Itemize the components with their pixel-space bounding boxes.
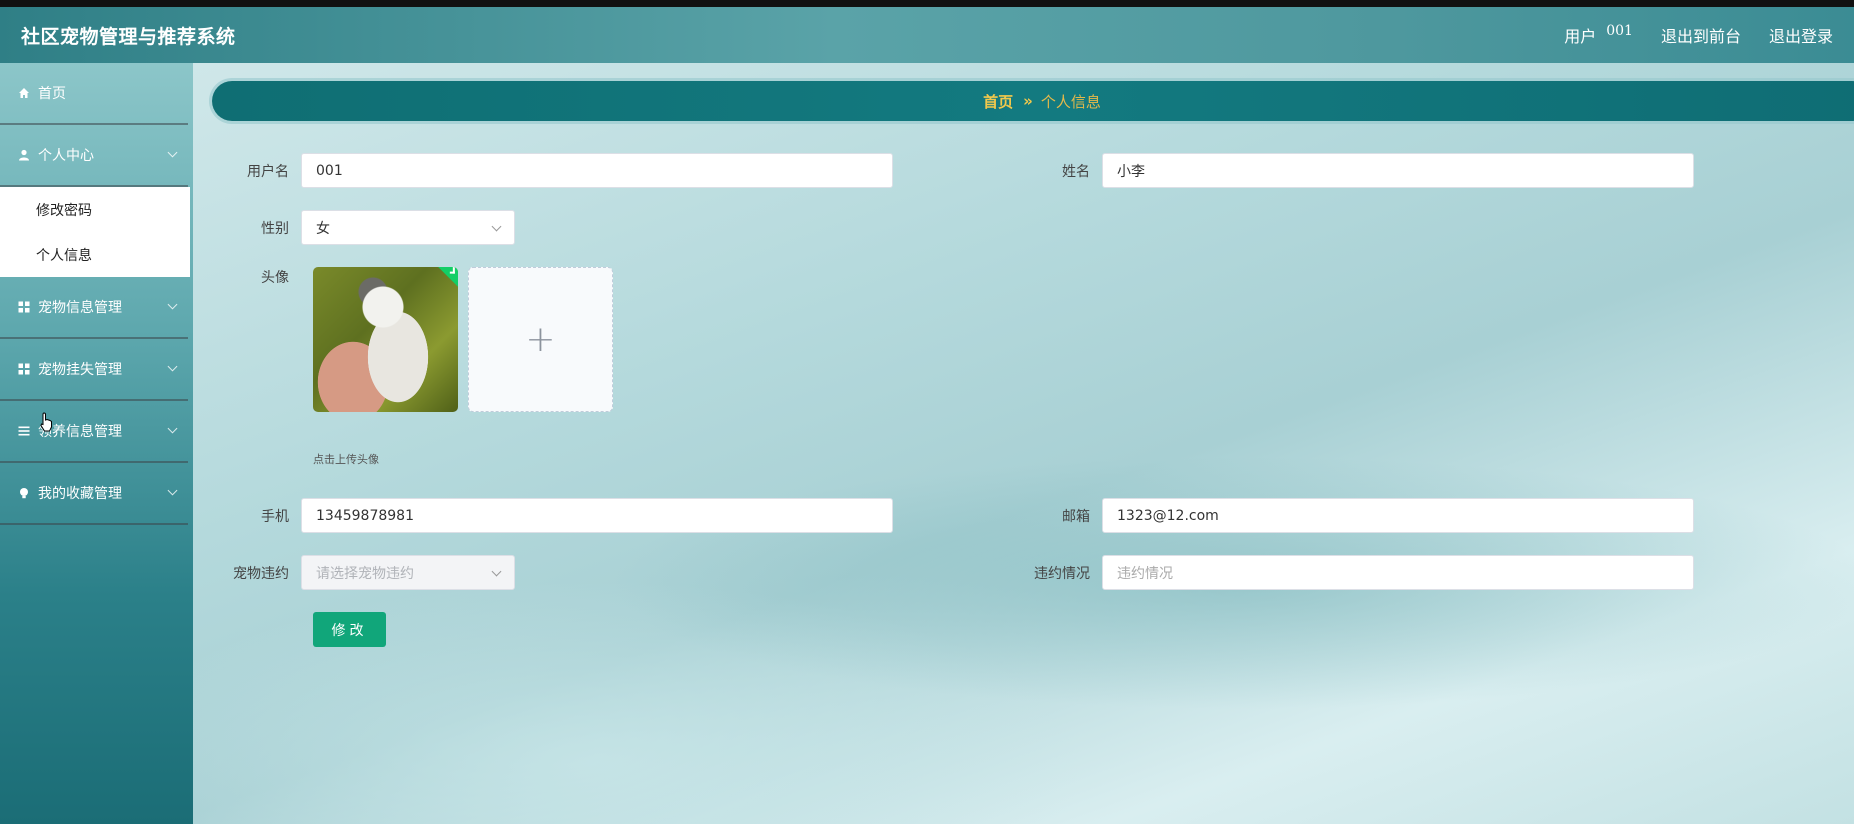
chevron-down-icon: [491, 566, 502, 577]
gender-label: 性别: [261, 220, 289, 237]
email-row: 邮箱 1323@12.com: [1030, 498, 1694, 533]
phone-label: 手机: [261, 508, 289, 525]
sidebar-item-label: 个人中心: [38, 148, 94, 164]
sidebar-item-favorites[interactable]: 我的收藏管理: [0, 463, 188, 525]
gender-select[interactable]: 女: [301, 210, 515, 245]
username-row: 用户名 001: [229, 153, 893, 188]
sidebar-item-home[interactable]: 首页: [0, 63, 188, 125]
name-label: 姓名: [1062, 163, 1090, 180]
breadcrumb: 首页 » 个人信息: [212, 81, 1854, 121]
email-input[interactable]: 1323@12.com: [1102, 498, 1694, 533]
violation-select[interactable]: 请选择宠物违约: [301, 555, 515, 590]
sidebar-item-pet-lost[interactable]: 宠物挂失管理: [0, 339, 188, 401]
breadcrumb-current: 个人信息: [1040, 92, 1101, 111]
submit-button[interactable]: 修改: [313, 612, 386, 647]
violation-status-row: 违约情况 违约情况: [1030, 555, 1694, 590]
username-input[interactable]: 001: [301, 153, 893, 188]
phone-input[interactable]: 13459878981: [301, 498, 893, 533]
violation-label: 宠物违约: [233, 565, 289, 582]
gender-row: 性别 女: [229, 210, 515, 245]
user-icon: [16, 149, 32, 161]
chevron-down-icon: [167, 299, 178, 310]
plus-icon: +: [525, 319, 556, 360]
sidebar-item-label: 我的收藏管理: [38, 486, 122, 502]
home-icon: [16, 87, 32, 99]
violation-placeholder: 请选择宠物违约: [316, 565, 414, 582]
username-label: 用户名: [247, 163, 289, 180]
name-row: 姓名 小李: [1030, 153, 1694, 188]
avatar-row: 头像: [229, 267, 301, 287]
sidebar-item-pet-info[interactable]: 宠物信息管理: [0, 277, 188, 339]
gender-value: 女: [316, 220, 330, 237]
submenu-personal-center: 修改密码 个人信息: [0, 187, 190, 277]
avatar-upload-hint: 点击上传头像: [313, 453, 379, 466]
violation-status-label: 违约情况: [1034, 565, 1090, 582]
avatar-label: 头像: [261, 270, 289, 286]
chevron-down-icon: [167, 361, 178, 372]
logout-link[interactable]: 退出登录: [1769, 23, 1833, 47]
sidebar-item-label: 首页: [38, 86, 66, 102]
app-title: 社区宠物管理与推荐系统: [21, 25, 236, 48]
submenu-item-personal-info[interactable]: 个人信息: [0, 232, 190, 277]
violation-status-input[interactable]: 违约情况: [1102, 555, 1694, 590]
sidebar: 首页 个人中心 修改密码 个人信息 宠物信息管理 宠物挂失管理 领养信息管理 我…: [0, 63, 193, 824]
main-content: 首页 » 个人信息 用户名 001 姓名 小李 性别 女 头像 + 点击上传头像…: [193, 63, 1854, 824]
chevron-down-icon: [167, 423, 178, 434]
grid-icon: [16, 301, 32, 313]
list-icon: [16, 425, 32, 437]
header-links: 用户 001 退出到前台 退出登录: [1564, 23, 1833, 47]
sidebar-item-label: 宠物信息管理: [38, 300, 122, 316]
sidebar-item-label: 宠物挂失管理: [38, 362, 122, 378]
breadcrumb-home-link[interactable]: 首页: [983, 91, 1013, 112]
top-header: 社区宠物管理与推荐系统 用户 001 退出到前台 退出登录: [0, 7, 1854, 63]
phone-row: 手机 13459878981: [229, 498, 893, 533]
exit-to-front-link[interactable]: 退出到前台: [1661, 23, 1741, 47]
avatar-upload-button[interactable]: +: [468, 267, 613, 412]
user-label: 用户: [1564, 27, 1597, 46]
grid-icon: [16, 363, 32, 375]
mouse-cursor-icon: [40, 412, 52, 432]
email-label: 邮箱: [1062, 508, 1090, 525]
violation-row: 宠物违约 请选择宠物违约: [229, 555, 515, 590]
submenu-item-change-password[interactable]: 修改密码: [0, 187, 190, 232]
chevron-down-icon: [491, 221, 502, 232]
bulb-icon: [16, 487, 32, 499]
breadcrumb-separator: »: [1023, 92, 1033, 110]
name-input[interactable]: 小李: [1102, 153, 1694, 188]
window-top-strip: [0, 0, 1854, 7]
chevron-down-icon: [167, 147, 178, 158]
sidebar-item-adoption[interactable]: 领养信息管理: [0, 401, 188, 463]
sidebar-item-personal-center[interactable]: 个人中心: [0, 125, 188, 187]
user-value: 001: [1606, 23, 1633, 39]
check-icon: [438, 267, 458, 287]
avatar-image[interactable]: [313, 267, 458, 412]
chevron-down-icon: [167, 485, 178, 496]
current-user: 用户 001: [1564, 23, 1633, 47]
